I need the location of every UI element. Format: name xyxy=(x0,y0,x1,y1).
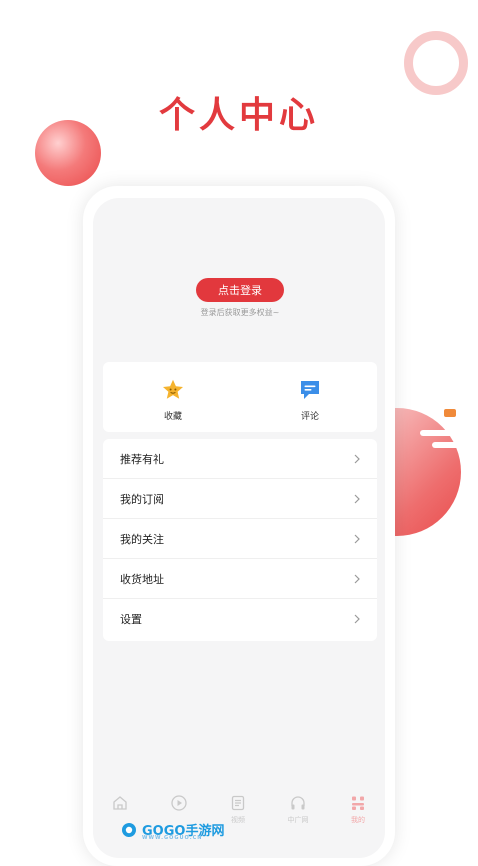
chevron-right-icon xyxy=(354,494,360,504)
tab-label: 我的 xyxy=(351,816,365,824)
play-icon xyxy=(171,795,187,811)
login-button[interactable]: 点击登录 xyxy=(196,278,284,302)
star-icon xyxy=(163,379,183,399)
chevron-right-icon xyxy=(354,614,360,624)
watermark-url: WWW.GOGUO.CN xyxy=(142,835,203,841)
quick-actions-card: 收藏 评论 xyxy=(103,362,377,432)
news-icon xyxy=(231,795,245,811)
menu-item-settings[interactable]: 设置 xyxy=(103,599,377,639)
menu-item-address[interactable]: 收货地址 xyxy=(103,559,377,599)
comment-icon xyxy=(301,381,319,399)
favorites-label: 收藏 xyxy=(163,412,182,422)
menu-list: 推荐有礼 我的订阅 我的关注 收货地址 设置 xyxy=(103,439,377,641)
profile-icon xyxy=(352,796,364,810)
home-icon xyxy=(113,796,127,810)
decorative-half-circle xyxy=(395,408,461,536)
login-hint: 登录后获取更多权益~ xyxy=(200,308,280,317)
chevron-right-icon xyxy=(354,454,360,464)
menu-item-label: 设置 xyxy=(120,613,142,626)
tab-label: 中广网 xyxy=(287,816,309,824)
decorative-bar xyxy=(432,442,462,448)
menu-item-subscriptions[interactable]: 我的订阅 xyxy=(103,479,377,519)
menu-item-label: 收货地址 xyxy=(120,573,164,586)
tab-radio[interactable]: 中广网 xyxy=(278,794,318,825)
decorative-dot xyxy=(444,409,456,417)
tab-video[interactable] xyxy=(159,794,199,815)
comments-button[interactable]: 评论 xyxy=(280,378,340,422)
menu-item-label: 我的关注 xyxy=(120,533,164,546)
page-title: 个人中心 xyxy=(158,95,319,136)
tab-mine[interactable]: 我的 xyxy=(338,794,378,825)
menu-item-referral[interactable]: 推荐有礼 xyxy=(103,439,377,479)
favorites-button[interactable]: 收藏 xyxy=(143,378,203,422)
menu-item-label: 我的订阅 xyxy=(120,493,164,506)
tab-home[interactable] xyxy=(100,794,140,815)
menu-item-label: 推荐有礼 xyxy=(120,453,164,466)
chevron-right-icon xyxy=(354,574,360,584)
headphones-icon xyxy=(291,796,305,810)
decorative-bar xyxy=(420,430,454,436)
menu-item-following[interactable]: 我的关注 xyxy=(103,519,377,559)
watermark-logo-icon xyxy=(122,823,136,837)
chevron-right-icon xyxy=(354,534,360,544)
comments-label: 评论 xyxy=(300,412,319,422)
